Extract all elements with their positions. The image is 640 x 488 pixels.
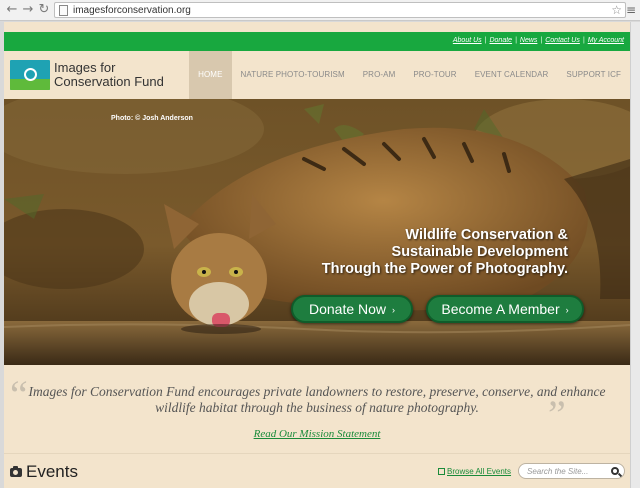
nav-item-nature-photo-tourism[interactable]: NATURE PHOTO-TOURISM: [232, 51, 354, 99]
utility-separator: |: [540, 37, 543, 44]
address-bar[interactable]: imagesforconservation.org ☆: [54, 2, 626, 18]
logo-ring: [24, 68, 37, 81]
mission-section: “ Images for Conservation Fund encourage…: [4, 365, 630, 453]
window-scrollbar[interactable]: [630, 22, 640, 488]
browser-menu-icon[interactable]: ≡: [626, 3, 636, 17]
reload-icon[interactable]: ↻: [36, 2, 52, 18]
bookmark-star-icon[interactable]: ☆: [611, 3, 622, 17]
utility-link-contact-us[interactable]: Contact Us: [545, 37, 580, 44]
nav-item-event-calendar[interactable]: EVENT CALENDAR: [466, 51, 558, 99]
url-text[interactable]: imagesforconservation.org: [73, 4, 191, 17]
hero-banner: Photo: © Josh Anderson Wildlife Conserva…: [4, 99, 630, 365]
tagline-line-1: Wildlife Conservation &: [405, 227, 568, 243]
web-page: About Us | Donate | News | Contact Us | My Accou…: [4, 22, 630, 488]
mission-statement-link[interactable]: Read Our Mission Statement: [4, 428, 630, 440]
donate-now-button[interactable]: Donate Now ›: [291, 295, 413, 323]
utility-separator: |: [582, 37, 585, 44]
events-title: Events: [26, 462, 78, 481]
utility-link-my-account[interactable]: My Account: [588, 37, 624, 44]
logo-text[interactable]: Images for Conservation Fund: [54, 61, 164, 89]
nav-item-pro-am[interactable]: PRO-AM: [354, 51, 405, 99]
hero-tagline: Wildlife Conservation & Sustainable Deve…: [322, 227, 568, 278]
calendar-icon: [438, 468, 445, 475]
utility-separator: |: [484, 37, 487, 44]
become-member-label: Become A Member: [441, 301, 560, 317]
nav-item-pro-tour[interactable]: PRO-TOUR: [404, 51, 465, 99]
tagline-line-2: Sustainable Development: [391, 244, 568, 260]
chevron-right-icon: ›: [392, 305, 396, 315]
utility-bar: About Us | Donate | News | Contact Us | My Accou…: [4, 32, 630, 51]
donate-now-label: Donate Now: [308, 301, 387, 317]
utility-separator: |: [515, 37, 517, 44]
utility-link-about-us[interactable]: About Us: [453, 37, 482, 44]
forward-icon[interactable]: →: [20, 2, 36, 18]
utility-link-donate[interactable]: Donate: [489, 37, 512, 44]
events-header: Events Browse All Events Search the Site…: [4, 453, 630, 488]
site-search-input[interactable]: Search the Site...: [518, 463, 625, 479]
logo-line-1: Images for: [54, 60, 116, 75]
logo-line-2: Conservation Fund: [54, 74, 164, 89]
search-icon[interactable]: [611, 467, 619, 475]
main-nav: HOME NATURE PHOTO-TOURISM PRO-AM PRO-TOUR EV…: [189, 51, 630, 99]
logo-icon[interactable]: [10, 60, 50, 90]
site-header: Images for Conservation Fund HOME NATURE …: [4, 51, 630, 99]
tagline-line-3: Through the Power of Photography.: [321, 261, 568, 277]
photo-credit: Photo: © Josh Anderson: [111, 115, 193, 122]
chevron-right-icon: ›: [565, 305, 569, 315]
page-icon: [59, 5, 68, 16]
nav-item-support-icf[interactable]: SUPPORT ICF: [557, 51, 630, 99]
browse-all-events-label: Browse All Events: [447, 467, 512, 476]
become-member-button[interactable]: Become A Member ›: [426, 295, 584, 323]
browse-all-events-link[interactable]: Browse All Events: [438, 467, 511, 476]
mission-text: Images for Conservation Fund encourages …: [28, 384, 606, 415]
back-icon[interactable]: ←: [4, 2, 20, 18]
utility-link-news[interactable]: News: [520, 37, 538, 44]
browser-toolbar: ← → ↻ imagesforconservation.org ☆ ≡: [0, 0, 640, 21]
camera-icon: [10, 466, 22, 477]
search-placeholder: Search the Site...: [527, 467, 589, 476]
utility-links: About Us | Donate | News | Contact Us | My Accou…: [453, 37, 624, 44]
nav-item-home[interactable]: HOME: [189, 51, 232, 99]
